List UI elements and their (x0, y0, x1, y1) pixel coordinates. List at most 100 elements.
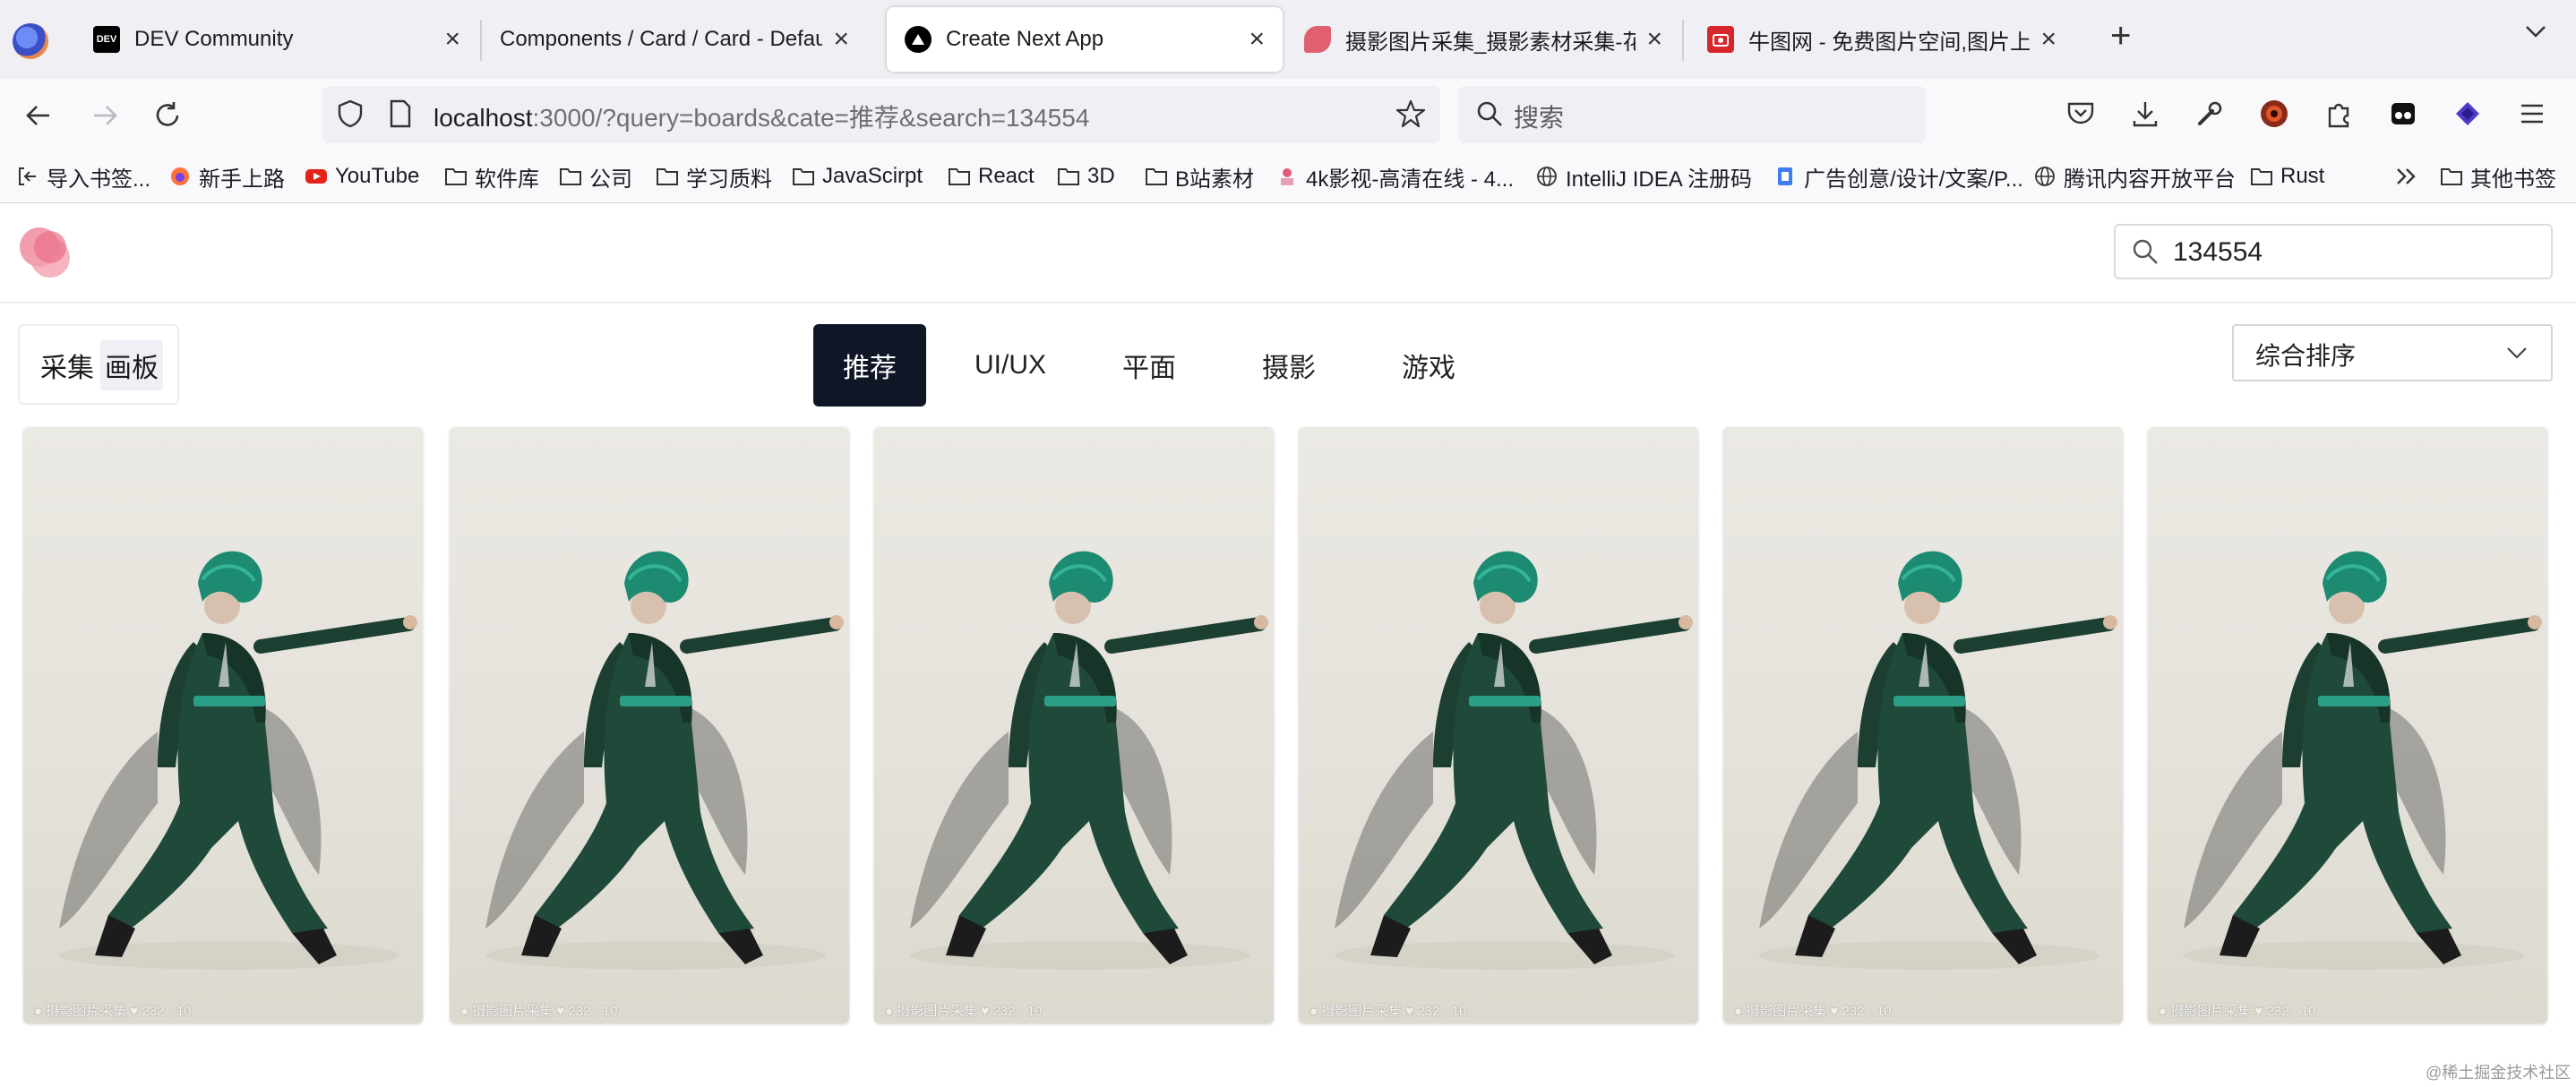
bookmark-label: 学习质料 (686, 167, 772, 192)
card-caption: ● 摄影图片采集 ♥ 232 · 10 (34, 1004, 192, 1019)
bookmark-item[interactable]: JavaScirpt (792, 161, 923, 192)
bookmark-label: 软件库 (475, 167, 539, 192)
category-tab-graphic[interactable]: 平面 (1098, 324, 1200, 407)
extensions-puzzle-icon[interactable] (2318, 93, 2359, 134)
folder-icon (1057, 165, 1080, 188)
board-card[interactable]: ● 摄影图片采集 ♥ 232 · 10 (1299, 427, 1698, 1023)
bookmark-item[interactable]: IntelliJ IDEA 注册码 (1535, 161, 1752, 192)
bookmark-star-icon[interactable] (1390, 93, 1431, 134)
bookmark-label: JavaScirpt (822, 164, 923, 188)
page-info-icon[interactable] (380, 93, 421, 134)
firefox-icon[interactable] (13, 23, 48, 59)
board-card[interactable]: ● 摄影图片采集 ♥ 232 · 10 (23, 427, 423, 1023)
url-text[interactable]: localhost:3000/?query=boards&cate=推荐&sea… (434, 98, 1089, 134)
category-tab-uiux[interactable]: UI/UX (957, 324, 1064, 407)
bookmark-label: React (978, 164, 1035, 188)
folder-icon (1145, 165, 1168, 188)
search-icon (1469, 93, 1510, 134)
close-tab-icon[interactable]: × (1646, 26, 1662, 53)
tab-title: DEV Community (134, 27, 294, 51)
bookmark-item[interactable]: 4k影视-高清在线 - 4... (1275, 161, 1514, 192)
juejin-watermark: @稀土掘金技术社区 (2426, 1064, 2572, 1082)
close-tab-icon[interactable]: × (2040, 26, 2057, 53)
nextjs-logo-icon (905, 26, 932, 53)
huaban-logo-icon (1304, 26, 1331, 53)
bookmark-label: IntelliJ IDEA 注册码 (1566, 167, 1753, 192)
board-card[interactable]: ● 摄影图片采集 ♥ 232 · 10 (1723, 427, 2123, 1023)
bookmark-label: 导入书签... (47, 167, 151, 192)
niutu-logo-icon (1707, 26, 1734, 53)
tab-title: 摄影图片采集_摄影素材采集-花瓣 (1345, 30, 1636, 55)
tab-storybook-card[interactable]: Components / Card / Card - Default × (482, 7, 867, 72)
page-search-input[interactable] (2171, 231, 2542, 274)
downloads-icon[interactable] (2125, 93, 2166, 134)
board-card[interactable]: ● 摄影图片采集 ♥ 232 · 10 (874, 427, 1274, 1023)
bookmark-label: Rust (2280, 164, 2325, 188)
bookmark-label: 3D (1087, 164, 1115, 188)
bookmark-item[interactable]: 软件库 (444, 161, 539, 192)
bookmark-item[interactable]: B站素材 (1145, 161, 1254, 192)
bookmark-item[interactable]: YouTube (305, 161, 419, 192)
pocket-icon[interactable] (2060, 93, 2101, 134)
folder-icon (2250, 165, 2273, 188)
bookmark-label: 腾讯内容开放平台 (2064, 167, 2236, 192)
card-caption: ● 摄影图片采集 ♥ 232 · 10 (885, 1004, 1043, 1019)
close-tab-icon[interactable]: × (1249, 26, 1265, 53)
folder-icon (656, 165, 679, 188)
youtube-icon (305, 165, 328, 188)
bookmark-item[interactable]: 学习质料 (656, 161, 772, 192)
bookmark-item[interactable]: Rust (2250, 161, 2324, 192)
tab-title: 牛图网 - 免费图片空间,图片上传,免 (1748, 30, 2031, 55)
extension-dark-icon[interactable] (2383, 93, 2424, 134)
reload-icon[interactable] (147, 95, 188, 136)
tab-create-next-app[interactable]: Create Next App × (887, 7, 1283, 72)
category-tab-photography[interactable]: 摄影 (1238, 324, 1340, 407)
tab-divider (1682, 20, 1684, 61)
card-caption: ● 摄影图片采集 ♥ 232 · 10 (2159, 1004, 2316, 1019)
category-tab-recommend[interactable]: 推荐 (813, 324, 926, 407)
back-arrow-icon[interactable] (18, 95, 59, 136)
chevron-down-icon (2504, 340, 2529, 365)
bookmark-item[interactable]: 腾讯内容开放平台 (2033, 161, 2236, 192)
tab-list-chevron-icon[interactable] (2524, 20, 2547, 43)
wrench-icon[interactable] (2189, 93, 2230, 134)
sort-select-value: 综合排序 (2255, 342, 2357, 370)
close-tab-icon[interactable]: × (444, 26, 460, 53)
bookmark-label: 广告创意/设计/文案/P... (1804, 167, 2023, 192)
bookmark-item[interactable]: React (948, 161, 1035, 192)
bookmark-item[interactable]: 3D (1057, 161, 1115, 192)
card-caption: ● 摄影图片采集 ♥ 232 · 10 (1309, 1004, 1467, 1019)
firefox-icon (168, 165, 192, 188)
category-tab-games[interactable]: 游戏 (1378, 324, 1480, 407)
toggle-option-board[interactable]: 画板 (100, 340, 163, 390)
board-card[interactable]: ● 摄影图片采集 ♥ 232 · 10 (2148, 427, 2547, 1023)
folder-icon (444, 165, 468, 188)
bookmark-label: B站素材 (1175, 167, 1255, 192)
import-icon (16, 165, 39, 188)
tab-huaban[interactable]: 摄影图片采集_摄影素材采集-花瓣 × (1286, 7, 1680, 72)
tab-dev-community[interactable]: DEV DEV Community × (75, 7, 478, 72)
bookmark-label: 4k影视-高清在线 - 4... (1306, 167, 1515, 192)
tracking-shield-icon[interactable] (330, 93, 371, 134)
tab-niutu[interactable]: 牛图网 - 免费图片空间,图片上传,免 × (1689, 7, 2074, 72)
site-logo-icon[interactable] (16, 224, 73, 281)
dev-logo-icon: DEV (93, 26, 120, 53)
extension-red-icon[interactable] (2254, 93, 2295, 134)
bookmark-item[interactable]: 新手上路 (168, 161, 285, 192)
board-card[interactable]: ● 摄影图片采集 ♥ 232 · 10 (450, 427, 849, 1023)
close-tab-icon[interactable]: × (833, 26, 849, 53)
bookmark-item[interactable]: 其他书签 (2440, 161, 2556, 192)
bookmarks-overflow-icon[interactable] (2386, 156, 2427, 197)
forward-arrow-icon[interactable] (84, 95, 125, 136)
new-tab-icon[interactable]: + (2110, 18, 2131, 54)
folder-icon (559, 165, 582, 188)
folder-icon (948, 165, 971, 188)
extension-purple-icon[interactable] (2447, 93, 2488, 134)
bookmark-item[interactable]: 广告创意/设计/文案/P... (1773, 161, 2023, 192)
site-icon (1275, 165, 1299, 188)
bookmark-item[interactable]: 公司 (559, 161, 632, 192)
card-caption: ● 摄影图片采集 ♥ 232 · 10 (1734, 1004, 1892, 1019)
toggle-option-collect[interactable]: 采集 (36, 340, 99, 390)
bookmark-item[interactable]: 导入书签... (16, 161, 150, 192)
hamburger-menu-icon[interactable] (2512, 93, 2553, 134)
